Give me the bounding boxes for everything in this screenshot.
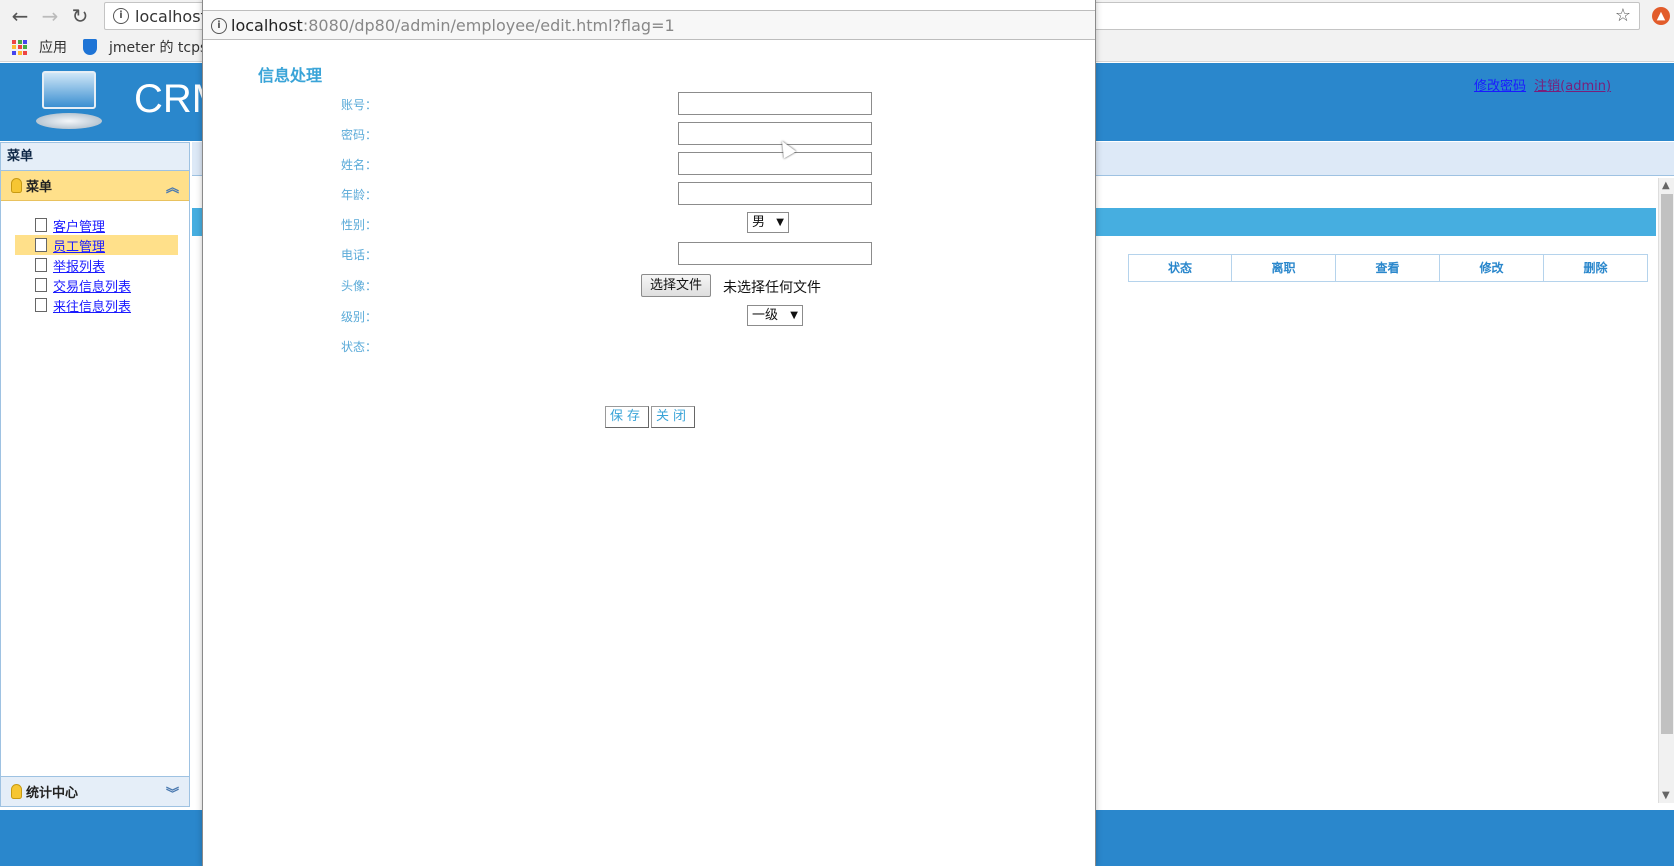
sidebar-title: 菜单 — [1, 143, 189, 171]
sidebar-menu: 客户管理 员工管理 举报列表 交易信息列表 来往信息列表 — [1, 201, 189, 315]
dropdown-arrow-icon: ▼ — [790, 310, 798, 321]
sidebar-item-reports[interactable]: 举报列表 — [15, 255, 178, 275]
sidebar-item-label[interactable]: 来往信息列表 — [53, 296, 131, 315]
vertical-scrollbar[interactable]: ▲ ▼ — [1658, 178, 1674, 803]
gender-selected: 男 — [752, 215, 766, 230]
name-input[interactable] — [678, 152, 872, 175]
logout-link[interactable]: 注销(admin) — [1534, 79, 1611, 94]
sidebar-item-label[interactable]: 交易信息列表 — [53, 276, 131, 295]
scroll-thumb[interactable] — [1661, 194, 1673, 734]
col-edit: 修改 — [1440, 254, 1544, 282]
popup-url: localhost:8080/dp80/admin/employee/edit.… — [231, 16, 675, 35]
sidebar-item-label[interactable]: 客户管理 — [53, 216, 105, 235]
sidebar-item-contacts[interactable]: 来往信息列表 — [15, 295, 178, 315]
popup-url-path: :8080/dp80/admin/employee/edit.html?flag… — [302, 16, 675, 35]
document-icon — [35, 258, 47, 272]
age-input[interactable] — [678, 182, 872, 205]
stats-panel-header[interactable]: 统计中心 ︾ — [1, 776, 189, 806]
sidebar: 菜单 菜单 ︽ 客户管理 员工管理 举报列表 交易信息列表 来往信息列表 统计中… — [0, 142, 190, 807]
col-resign: 离职 — [1232, 254, 1336, 282]
phone-label: 电话： — [341, 248, 378, 262]
expand-down-icon[interactable]: ︾ — [166, 783, 179, 802]
address-text: localhost — [135, 7, 207, 26]
sidebar-item-label[interactable]: 举报列表 — [53, 256, 105, 275]
document-icon — [35, 298, 47, 312]
password-input[interactable] — [678, 122, 872, 145]
avatar-label: 头像： — [341, 279, 378, 293]
bookmark-star-icon[interactable]: ☆ — [1615, 5, 1631, 26]
col-view: 查看 — [1336, 254, 1440, 282]
password-label: 密码： — [341, 128, 378, 142]
menu-panel-title: 菜单 — [26, 180, 53, 195]
document-icon — [35, 218, 47, 232]
computer-logo-icon — [36, 69, 102, 133]
popup-url-host: localhost — [231, 16, 303, 35]
account-input[interactable] — [678, 92, 872, 115]
extension-icon[interactable]: ▲ — [1652, 7, 1670, 25]
apps-grid-icon[interactable] — [12, 39, 27, 55]
level-selected: 一级 — [752, 308, 779, 323]
header-links: 修改密码 注销(admin) — [1474, 75, 1611, 94]
gender-label: 性别： — [341, 218, 378, 232]
choose-file-button[interactable]: 选择文件 — [641, 274, 712, 297]
change-password-link[interactable]: 修改密码 — [1474, 79, 1526, 94]
col-status: 状态 — [1128, 254, 1232, 282]
sidebar-item-label[interactable]: 员工管理 — [53, 236, 105, 255]
state-label: 状态： — [341, 340, 378, 354]
account-label: 账号： — [341, 98, 378, 112]
info-icon[interactable]: i — [113, 8, 129, 24]
info-icon[interactable]: i — [211, 18, 227, 34]
edit-popup-window: i localhost:8080/dp80/admin/employee/edi… — [202, 0, 1096, 866]
back-icon[interactable]: ← — [8, 4, 32, 28]
form-title: 信息处理 — [258, 66, 323, 85]
collapse-up-icon[interactable]: ︽ — [166, 177, 179, 196]
sidebar-item-customers[interactable]: 客户管理 — [15, 215, 178, 235]
scroll-up-icon[interactable]: ▲ — [1662, 180, 1670, 191]
level-select[interactable]: 一级 ▼ — [747, 305, 803, 326]
document-icon — [35, 278, 47, 292]
stats-panel-title: 统计中心 — [26, 786, 79, 801]
lightbulb-icon — [11, 784, 22, 799]
dropdown-arrow-icon: ▼ — [776, 217, 784, 228]
name-label: 姓名： — [341, 158, 378, 172]
gender-select[interactable]: 男 ▼ — [747, 212, 789, 233]
file-status-text: 未选择任何文件 — [723, 280, 821, 296]
table-header: 状态 离职 查看 修改 删除 — [1128, 254, 1648, 282]
level-label: 级别： — [341, 310, 378, 324]
reload-icon[interactable]: ↻ — [68, 4, 92, 28]
age-label: 年龄： — [341, 188, 378, 202]
document-icon — [35, 238, 47, 252]
sidebar-item-transactions[interactable]: 交易信息列表 — [15, 275, 178, 295]
phone-input[interactable] — [678, 242, 872, 265]
forward-icon[interactable]: → — [38, 4, 62, 28]
scroll-down-icon[interactable]: ▼ — [1662, 790, 1670, 801]
sidebar-item-employees[interactable]: 员工管理 — [15, 235, 178, 255]
bookmark-apps[interactable]: 应用 — [39, 37, 67, 57]
popup-address-bar: i localhost:8080/dp80/admin/employee/edi… — [203, 10, 1095, 40]
save-button[interactable]: 保存 — [605, 406, 650, 428]
menu-panel-header[interactable]: 菜单 ︽ — [1, 171, 189, 201]
screen: ← → ↻ i localhost ☆ ▲ 应用 jmeter 的 tcpsam… — [0, 0, 1674, 866]
col-delete: 删除 — [1544, 254, 1648, 282]
bookmarks-bar: 应用 jmeter 的 tcpsam — [0, 34, 229, 60]
shield-icon — [83, 39, 97, 55]
close-button[interactable]: 关闭 — [651, 406, 696, 428]
lightbulb-icon — [11, 178, 22, 193]
